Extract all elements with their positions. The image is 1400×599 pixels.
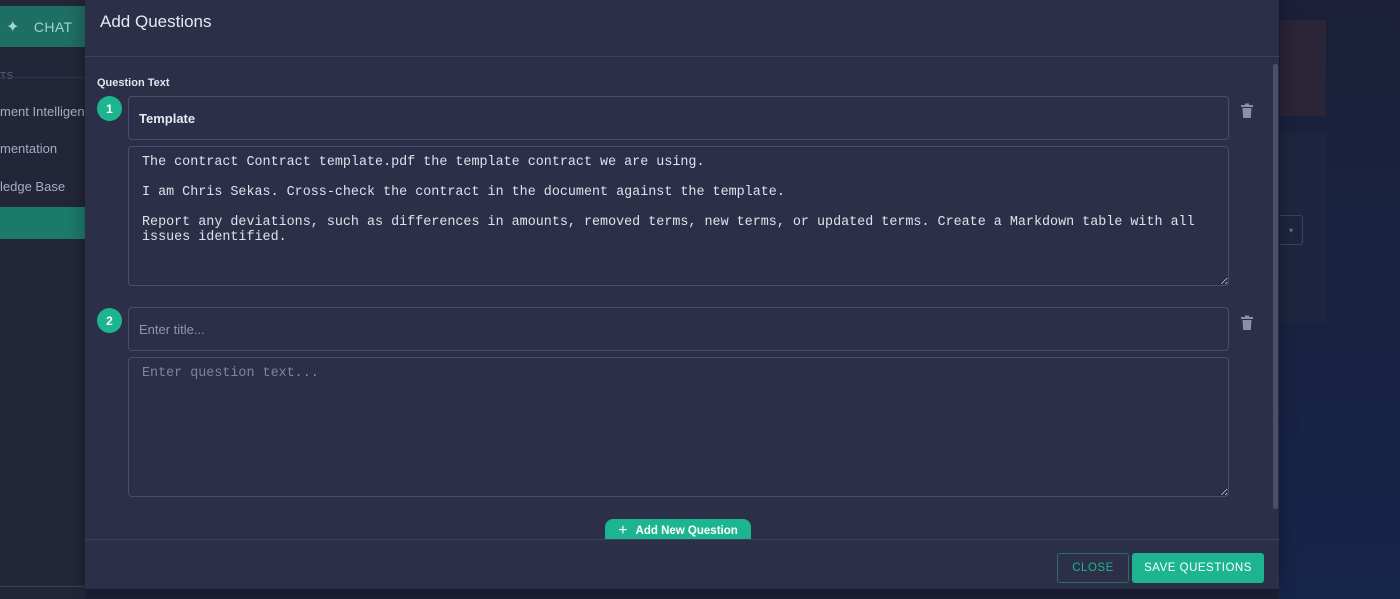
question-number-badge: 1 xyxy=(97,96,122,121)
sparkle-icon: ✦ xyxy=(6,18,20,36)
modal-footer: CLOSE SAVE QUESTIONS xyxy=(85,539,1279,589)
sidebar-item-label: ledge Base xyxy=(0,178,66,194)
background-card xyxy=(1280,20,1326,116)
trash-icon[interactable] xyxy=(1240,103,1254,119)
sidebar-item-label: ment Intelligen xyxy=(0,103,85,119)
scrollbar[interactable] xyxy=(1273,64,1278,509)
question-title-input[interactable] xyxy=(128,96,1229,140)
question-number-badge: 2 xyxy=(97,308,122,333)
modal-title: Add Questions xyxy=(100,12,212,31)
add-new-question-label: Add New Question xyxy=(635,525,738,537)
background-select[interactable]: ▾ xyxy=(1280,215,1303,245)
question-text-area[interactable] xyxy=(128,357,1229,497)
add-questions-modal: Add Questions Question Text 1 2 + Add Ne… xyxy=(85,0,1279,589)
question-text-label: Question Text xyxy=(97,77,170,89)
question-title-input[interactable] xyxy=(128,307,1229,351)
trash-icon[interactable] xyxy=(1240,315,1254,331)
save-questions-button[interactable]: SAVE QUESTIONS xyxy=(1132,553,1264,583)
chat-label: CHAT xyxy=(33,18,73,35)
modal-body: Question Text 1 2 + Add New Question xyxy=(85,57,1279,539)
modal-header: Add Questions xyxy=(85,0,1279,57)
plus-icon: + xyxy=(618,522,628,539)
close-button[interactable]: CLOSE xyxy=(1057,553,1129,583)
background-strip xyxy=(85,589,1279,599)
add-new-question-button[interactable]: + Add New Question xyxy=(605,519,751,539)
sidebar-item-label: mentation xyxy=(0,140,58,156)
question-text-area[interactable] xyxy=(128,146,1229,286)
